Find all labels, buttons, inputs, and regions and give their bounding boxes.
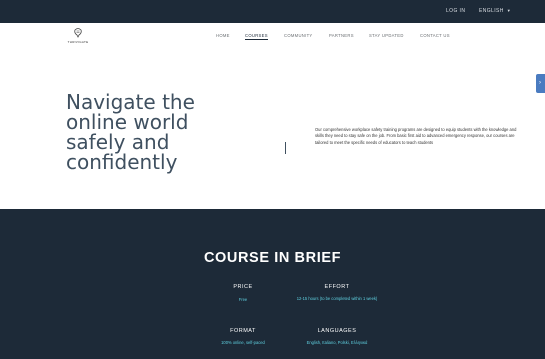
nav-home[interactable]: HOME <box>216 33 230 38</box>
language-selector[interactable]: ENGLISH ▼ <box>479 8 511 14</box>
languages-label: LANGUAGES <box>317 328 357 334</box>
hero-title: Navigate the online world safely and con… <box>66 90 195 174</box>
hero-divider <box>285 142 286 154</box>
thrivigate-logo-icon <box>74 28 82 38</box>
format-label: FORMAT <box>230 328 256 334</box>
side-feedback-tab-icon: › <box>539 80 541 86</box>
nav-partners[interactable]: PARTNERS <box>329 33 354 38</box>
nav-community[interactable]: COMMUNITY <box>284 33 313 38</box>
nav-courses[interactable]: COURSES <box>245 33 268 40</box>
languages-value: English, Italiano, Polski, Ελληνικά <box>306 340 368 345</box>
price-label: PRICE <box>233 284 253 290</box>
top-bar: LOG IN ENGLISH ▼ <box>0 0 545 23</box>
language-label: ENGLISH <box>479 8 504 14</box>
nav-contact-us[interactable]: CONTACT US <box>420 33 450 38</box>
effort-label: EFFORT <box>324 284 350 290</box>
hero-description: Our comprehensive workplace safety train… <box>315 127 517 145</box>
effort-value: 12-15 hours (to be completed within 1 we… <box>296 296 378 301</box>
login-link[interactable]: LOG IN <box>446 8 465 14</box>
logo-text: THRIVIGATE <box>67 40 89 44</box>
price-value: Free <box>238 297 248 302</box>
side-feedback-tab[interactable]: › <box>536 74 545 93</box>
nav-stay-updated[interactable]: STAY UPDATED <box>369 33 404 38</box>
format-value: 100% online, self-paced <box>221 340 265 345</box>
course-in-brief-title: COURSE IN BRIEF <box>203 250 342 266</box>
site-logo[interactable]: THRIVIGATE <box>60 27 96 47</box>
chevron-down-icon: ▼ <box>506 8 512 13</box>
